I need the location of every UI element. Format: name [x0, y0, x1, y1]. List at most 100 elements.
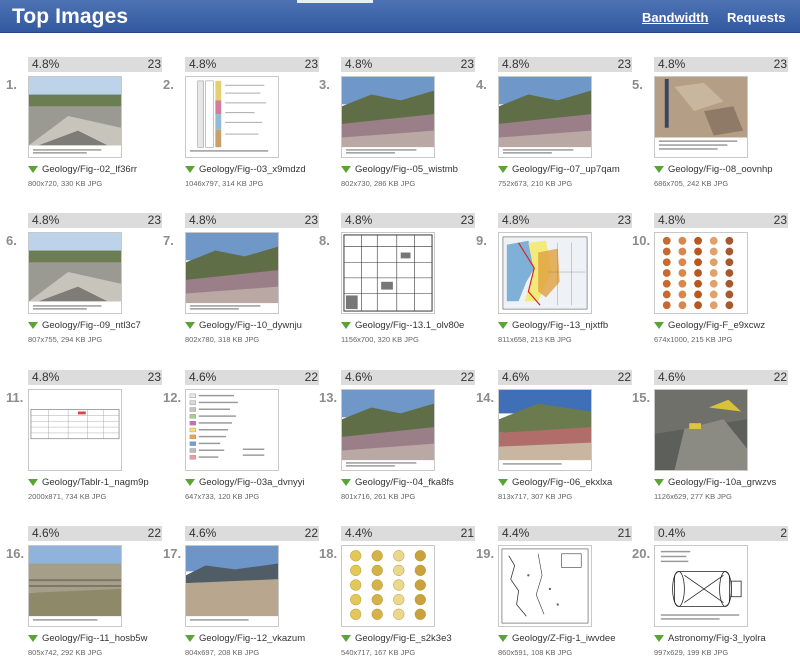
image-link[interactable]: Geology/Fig-E_s2k3e3 — [341, 633, 452, 644]
rank-number: 2. — [163, 77, 174, 92]
image-meta: 1046x797, 314 KB JPG — [185, 179, 264, 188]
request-count: 22 — [773, 370, 787, 384]
request-count: 22 — [617, 370, 631, 384]
request-count: 2 — [780, 526, 787, 540]
image-thumbnail[interactable] — [654, 545, 748, 627]
image-name: Geology/Fig--13.1_olv80e — [355, 320, 465, 331]
image-meta: 811x658, 213 KB JPG — [498, 335, 572, 344]
download-icon — [185, 479, 195, 486]
rank-number: 3. — [319, 77, 330, 92]
image-link[interactable]: Geology/Fig--11_hosb5w — [28, 633, 147, 644]
image-thumbnail[interactable] — [341, 76, 435, 158]
image-thumbnail[interactable] — [28, 389, 122, 471]
image-link[interactable]: Geology/Fig--06_ekxlxa — [498, 477, 612, 488]
image-thumbnail[interactable] — [28, 76, 122, 158]
share-percent: 4.8% — [502, 213, 530, 227]
image-link[interactable]: Geology/Fig--12_vkazum — [185, 633, 305, 644]
rank-number: 1. — [6, 77, 17, 92]
share-percent: 4.8% — [189, 213, 217, 227]
image-name: Geology/Fig--03_x9mdzd — [199, 164, 306, 175]
image-thumbnail[interactable] — [185, 545, 279, 627]
share-percent: 4.8% — [32, 370, 60, 384]
image-meta: 540x717, 167 KB JPG — [341, 648, 416, 657]
image-link[interactable]: Geology/Fig--04_fka8fs — [341, 477, 454, 488]
download-icon — [28, 166, 38, 173]
rank-number: 19. — [476, 546, 495, 561]
image-thumbnail[interactable] — [654, 232, 748, 314]
image-thumbnail[interactable] — [341, 545, 435, 627]
rank-number: 13. — [319, 390, 338, 405]
image-link[interactable]: Geology/Fig--13.1_olv80e — [341, 320, 464, 331]
image-entry: 4.8% 23 2. Geology/Fig--03_x9mdzd 1046x797, … — [163, 36, 319, 188]
image-link[interactable]: Geology/Tablr-1_nagm9p — [28, 477, 149, 488]
image-meta: 802x780, 318 KB JPG — [185, 335, 260, 344]
image-link[interactable]: Geology/Fig--13_njxtfb — [498, 320, 608, 331]
share-percent: 4.8% — [345, 213, 373, 227]
image-link[interactable]: Geology/Fig--10_dywnju — [185, 320, 302, 331]
share-percent: 4.6% — [502, 370, 530, 384]
share-percent: 4.8% — [189, 57, 217, 71]
request-count: 23 — [617, 57, 631, 71]
rank-number: 20. — [632, 546, 651, 561]
image-entry: 4.6% 22 15. Geology/Fig--10a_grwzvs 1126x629… — [632, 349, 788, 501]
image-name: Geology/Fig--10_dywnju — [199, 320, 302, 331]
request-count: 23 — [147, 370, 161, 384]
image-thumbnail[interactable] — [498, 389, 592, 471]
image-meta: 801x716, 261 KB JPG — [341, 492, 416, 501]
image-entry: 4.8% 23 11. Geology/Tablr-1_nagm9p 2000x871,… — [6, 349, 162, 501]
image-thumbnail[interactable] — [185, 232, 279, 314]
image-link[interactable]: Geology/Fig--07_up7qam — [498, 164, 620, 175]
image-thumbnail[interactable] — [185, 76, 279, 158]
download-icon — [498, 635, 508, 642]
image-meta: 1156x700, 320 KB JPG — [341, 335, 419, 344]
image-thumbnail[interactable] — [498, 545, 592, 627]
download-icon — [654, 322, 664, 329]
rank-number: 7. — [163, 233, 174, 248]
request-count: 22 — [460, 370, 474, 384]
image-name: Geology/Fig--12_vkazum — [199, 633, 306, 644]
image-link[interactable]: Geology/Fig--10a_grwzvs — [654, 477, 776, 488]
image-thumbnail[interactable] — [498, 232, 592, 314]
image-meta: 647x733, 120 KB JPG — [185, 492, 260, 501]
image-link[interactable]: Geology/Fig--02_lf36rr — [28, 164, 137, 175]
rank-number: 17. — [163, 546, 182, 561]
download-icon — [185, 166, 195, 173]
image-link[interactable]: Geology/Fig--03_x9mdzd — [185, 164, 306, 175]
share-percent: 4.8% — [345, 57, 373, 71]
image-thumbnail[interactable] — [28, 545, 122, 627]
image-link[interactable]: Geology/Fig-F_e9xcwz — [654, 320, 765, 331]
rank-number: 15. — [632, 390, 651, 405]
image-entry: 4.6% 22 14. Geology/Fig--06_ekxlxa 813x717, … — [476, 349, 632, 501]
image-link[interactable]: Geology/Fig--03a_dvnyyi — [185, 477, 305, 488]
image-entry: 4.8% 23 7. Geology/Fig--10_dywnju 802x780, 3… — [163, 192, 319, 344]
request-count: 22 — [147, 526, 161, 540]
download-icon — [28, 322, 38, 329]
rank-number: 5. — [632, 77, 643, 92]
image-thumbnail[interactable] — [654, 76, 748, 158]
download-icon — [498, 479, 508, 486]
request-count: 23 — [773, 57, 787, 71]
request-count: 22 — [304, 370, 318, 384]
image-link[interactable]: Astronomy/Fig-3_lyolra — [654, 633, 766, 644]
image-meta: 997x629, 199 KB JPG — [654, 648, 729, 657]
image-meta: 674x1000, 215 KB JPG — [654, 335, 733, 344]
image-thumbnail[interactable] — [654, 389, 748, 471]
image-meta: 2000x871, 734 KB JPG — [28, 492, 107, 501]
image-thumbnail[interactable] — [498, 76, 592, 158]
image-thumbnail[interactable] — [341, 389, 435, 471]
image-link[interactable]: Geology/Fig--05_wistmb — [341, 164, 458, 175]
image-thumbnail[interactable] — [28, 232, 122, 314]
image-name: Geology/Tablr-1_nagm9p — [42, 477, 149, 488]
image-entry: 4.8% 23 4. Geology/Fig--07_up7qam 752x673, 2… — [476, 36, 632, 188]
image-thumbnail[interactable] — [341, 232, 435, 314]
image-name: Geology/Fig--06_ekxlxa — [512, 477, 613, 488]
image-link[interactable]: Geology/Fig--08_oovnhp — [654, 164, 773, 175]
image-name: Geology/Fig--09_ntl3c7 — [42, 320, 141, 331]
image-thumbnail[interactable] — [185, 389, 279, 471]
image-entry: 4.8% 23 3. Geology/Fig--05_wistmb 802x730, 2… — [319, 36, 475, 188]
request-count: 23 — [147, 213, 161, 227]
image-name: Geology/Fig--11_hosb5w — [42, 633, 148, 644]
image-link[interactable]: Geology/Fig--09_ntl3c7 — [28, 320, 141, 331]
image-link[interactable]: Geology/Z-Fig-1_iwvdee — [498, 633, 616, 644]
image-name: Geology/Fig--13_njxtfb — [512, 320, 609, 331]
